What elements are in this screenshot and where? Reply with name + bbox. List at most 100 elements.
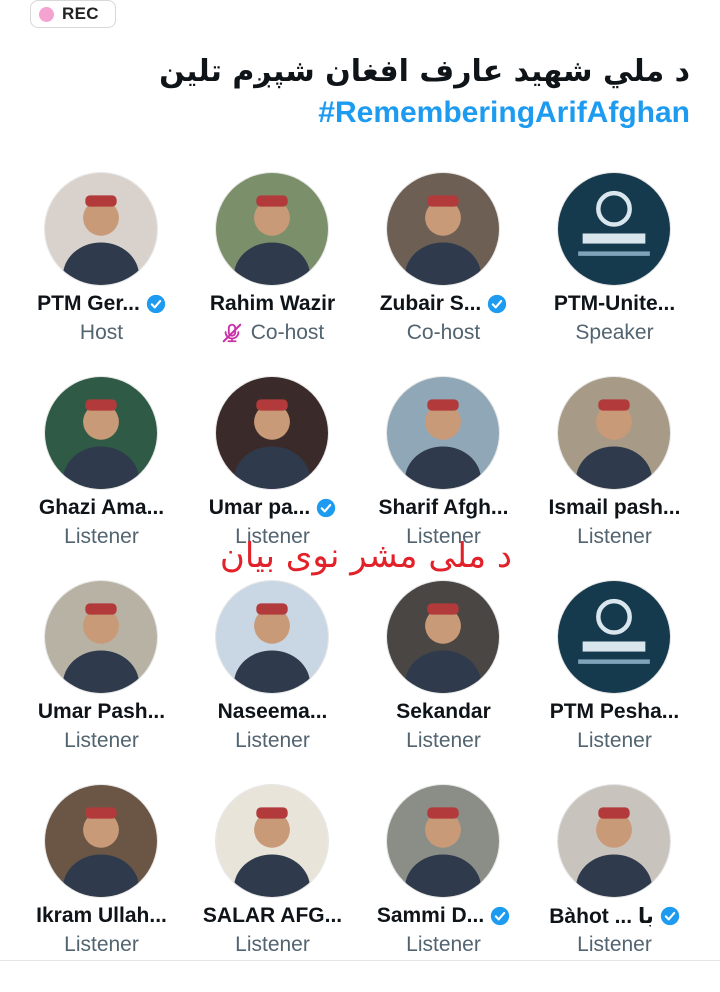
participant-role: Speaker: [575, 321, 654, 344]
participant-name-row: Ghazi Ama...: [16, 494, 187, 522]
avatar[interactable]: [44, 376, 158, 490]
recording-badge[interactable]: REC: [30, 0, 116, 28]
participant-role-row: Listener: [16, 728, 187, 754]
participant-role-row: Listener: [16, 524, 187, 550]
avatar[interactable]: [386, 172, 500, 286]
participant-role-row: Listener: [529, 932, 700, 958]
avatar[interactable]: [44, 784, 158, 898]
participant-role: Co-host: [406, 321, 481, 344]
participant-role-row: Listener: [358, 932, 529, 958]
recording-label: REC: [62, 4, 99, 23]
participant-name: PTM-Unite...: [553, 292, 676, 315]
participant-tile[interactable]: Sammi D... Listener: [358, 784, 529, 988]
participant-tile[interactable]: Ikram Ullah... Listener: [16, 784, 187, 988]
verified-badge-icon: [660, 906, 679, 926]
participant-name-row: Sammi D...: [358, 902, 529, 930]
verified-badge-icon: [488, 294, 507, 314]
avatar[interactable]: [215, 580, 329, 694]
participant-name-row: Sharif Afgh...: [358, 494, 529, 522]
participant-role-row: Listener: [358, 728, 529, 754]
participant-name-row: Umar Pash...: [16, 698, 187, 726]
participant-role: Host: [79, 321, 124, 344]
overlay-caption: د ملی مشر نوی بیان: [219, 536, 513, 576]
participant-tile[interactable]: PTM Pesha... Listener: [529, 580, 700, 784]
participant-tile[interactable]: Sekandar Listener: [358, 580, 529, 784]
avatar[interactable]: [215, 376, 329, 490]
participant-name-row: Rahim Wazir: [187, 290, 358, 318]
participant-role-row: Listener: [529, 524, 700, 550]
avatar[interactable]: [215, 784, 329, 898]
participant-name-row: Ismail pash...: [529, 494, 700, 522]
participant-role-row: Listener: [187, 728, 358, 754]
participant-role: Listener: [406, 933, 481, 956]
participant-name: Sharif Afgh...: [378, 496, 509, 519]
participant-name-row: Ikram Ullah...: [16, 902, 187, 930]
participant-tile[interactable]: Ismail pash... Listener: [529, 376, 700, 580]
participant-name-row: Bàhot ... با: [529, 902, 700, 930]
participant-name-row: Sekandar: [358, 698, 529, 726]
participant-role-row: Listener: [187, 932, 358, 958]
avatar[interactable]: [386, 376, 500, 490]
participant-name: SALAR AFG...: [202, 904, 343, 927]
participant-role-row: Co-host: [187, 320, 358, 346]
participant-name: Ismail pash...: [548, 496, 681, 519]
avatar-logo[interactable]: [557, 172, 671, 286]
participant-role: Listener: [235, 933, 310, 956]
participant-tile[interactable]: Bàhot ... با Listener: [529, 784, 700, 988]
bottom-divider: [0, 960, 720, 961]
participant-name: Umar Pash...: [37, 700, 166, 723]
participant-name-row: Naseema...: [187, 698, 358, 726]
participant-tile[interactable]: Umar Pash... Listener: [16, 580, 187, 784]
avatar-logo[interactable]: [557, 580, 671, 694]
participant-role: Listener: [64, 729, 139, 752]
participant-role-row: Listener: [16, 932, 187, 958]
avatar[interactable]: [557, 376, 671, 490]
participant-tile[interactable]: Zubair S... Co-host: [358, 172, 529, 376]
participant-name: Sammi D...: [376, 904, 485, 927]
participant-name: Ghazi Ama...: [38, 496, 165, 519]
participant-role-row: Co-host: [358, 320, 529, 346]
participant-name: Bàhot ... با: [549, 904, 654, 928]
participant-name: Naseema...: [217, 700, 328, 723]
participant-grid: PTM Ger... Host Rahim Wazir Co-host Zubair S…: [16, 172, 704, 988]
participant-tile[interactable]: Ghazi Ama... Listener: [16, 376, 187, 580]
avatar[interactable]: [44, 580, 158, 694]
participant-role: Listener: [64, 933, 139, 956]
avatar[interactable]: [386, 784, 500, 898]
participant-tile[interactable]: Naseema... Listener: [187, 580, 358, 784]
avatar[interactable]: [215, 172, 329, 286]
participant-name-row: Umar pa...: [187, 494, 358, 522]
participant-name-row: SALAR AFG...: [187, 902, 358, 930]
verified-badge-icon: [317, 498, 336, 518]
participant-name: Ikram Ullah...: [36, 904, 167, 927]
avatar[interactable]: [44, 172, 158, 286]
verified-badge-icon: [491, 906, 510, 926]
space-hashtag[interactable]: #RememberingArifAfghan: [30, 96, 690, 130]
participant-name-row: PTM-Unite...: [529, 290, 700, 318]
participant-name-row: PTM Ger...: [16, 290, 187, 318]
participant-tile[interactable]: PTM Ger... Host: [16, 172, 187, 376]
participant-role: Listener: [235, 729, 310, 752]
recording-dot-icon: [39, 6, 54, 22]
participant-name: PTM Pesha...: [549, 700, 680, 723]
participant-tile[interactable]: SALAR AFG... Listener: [187, 784, 358, 988]
participant-tile[interactable]: PTM-Unite... Speaker: [529, 172, 700, 376]
avatar[interactable]: [557, 784, 671, 898]
participant-tile[interactable]: Rahim Wazir Co-host: [187, 172, 358, 376]
participant-role: Listener: [577, 729, 652, 752]
participant-role-row: Speaker: [529, 320, 700, 346]
verified-badge-icon: [146, 294, 166, 314]
participant-name: Umar pa...: [208, 496, 311, 519]
participant-role: Listener: [577, 525, 652, 548]
participant-role: Listener: [577, 933, 652, 956]
participant-name-row: PTM Pesha...: [529, 698, 700, 726]
avatar[interactable]: [386, 580, 500, 694]
participant-role: Listener: [406, 729, 481, 752]
participant-role: Listener: [64, 525, 139, 548]
participant-role-row: Listener: [529, 728, 700, 754]
participant-name: Zubair S...: [379, 292, 482, 315]
participant-role-row: Host: [16, 320, 187, 346]
space-title: د ملي شهید عارف افغان شپږم تلین: [159, 54, 690, 89]
participant-role: Co-host: [250, 321, 325, 344]
participant-name-row: Zubair S...: [358, 290, 529, 318]
